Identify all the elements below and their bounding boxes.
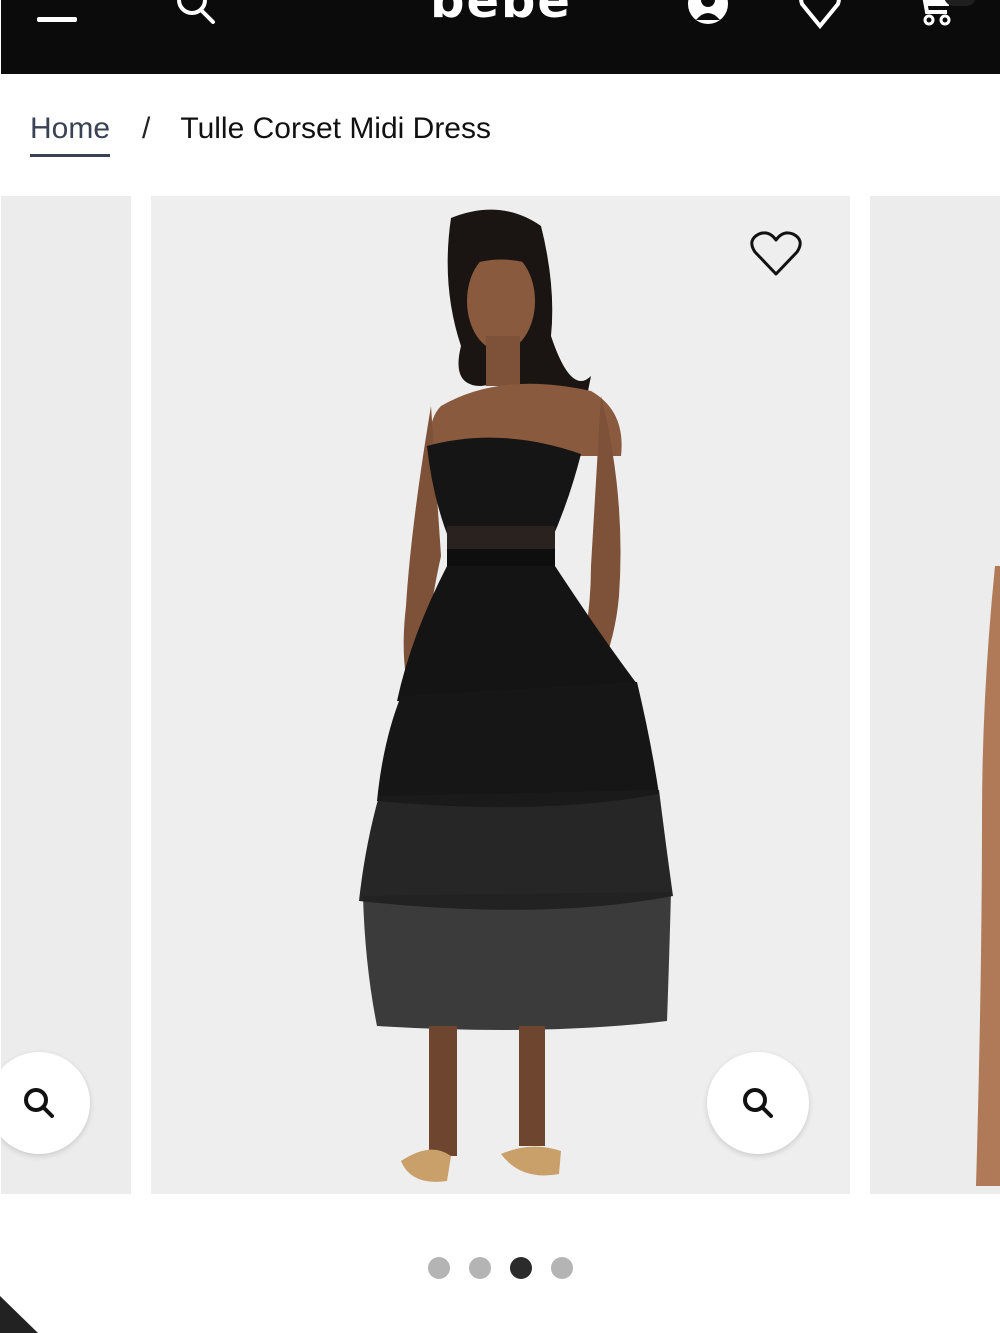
magnifier-icon [743,1088,773,1118]
product-image-main[interactable] [151,196,850,1194]
previous-product-image[interactable] [1,196,131,1194]
carousel-pagination [428,1257,573,1279]
brand-logo[interactable]: bebe [401,0,601,25]
search-icon[interactable] [173,0,217,30]
account-icon[interactable] [686,0,730,30]
product-photo [359,209,673,1182]
next-product-image[interactable] [870,196,1000,1194]
wishlist-icon[interactable] [798,0,842,30]
magnifier-icon [24,1088,54,1118]
carousel-dot[interactable] [469,1257,491,1279]
carousel-dot-active[interactable] [510,1257,532,1279]
corner-tab [0,1296,38,1333]
next-product-photo [976,566,1000,1186]
add-to-wishlist-heart-icon[interactable] [749,230,803,278]
zoom-button[interactable] [707,1052,809,1154]
breadcrumb-current-page: Tulle Corset Midi Dress [180,112,491,145]
carousel-dot[interactable] [428,1257,450,1279]
breadcrumb-home-link[interactable]: Home [30,112,111,157]
breadcrumb-separator: / [142,112,151,145]
carousel-dot[interactable] [551,1257,573,1279]
menu-icon[interactable] [35,0,79,30]
breadcrumb: Home / Tulle Corset Midi Dress [30,112,491,162]
zoom-button[interactable] [1,1052,90,1154]
top-navigation-bar: bebe [1,0,1000,74]
